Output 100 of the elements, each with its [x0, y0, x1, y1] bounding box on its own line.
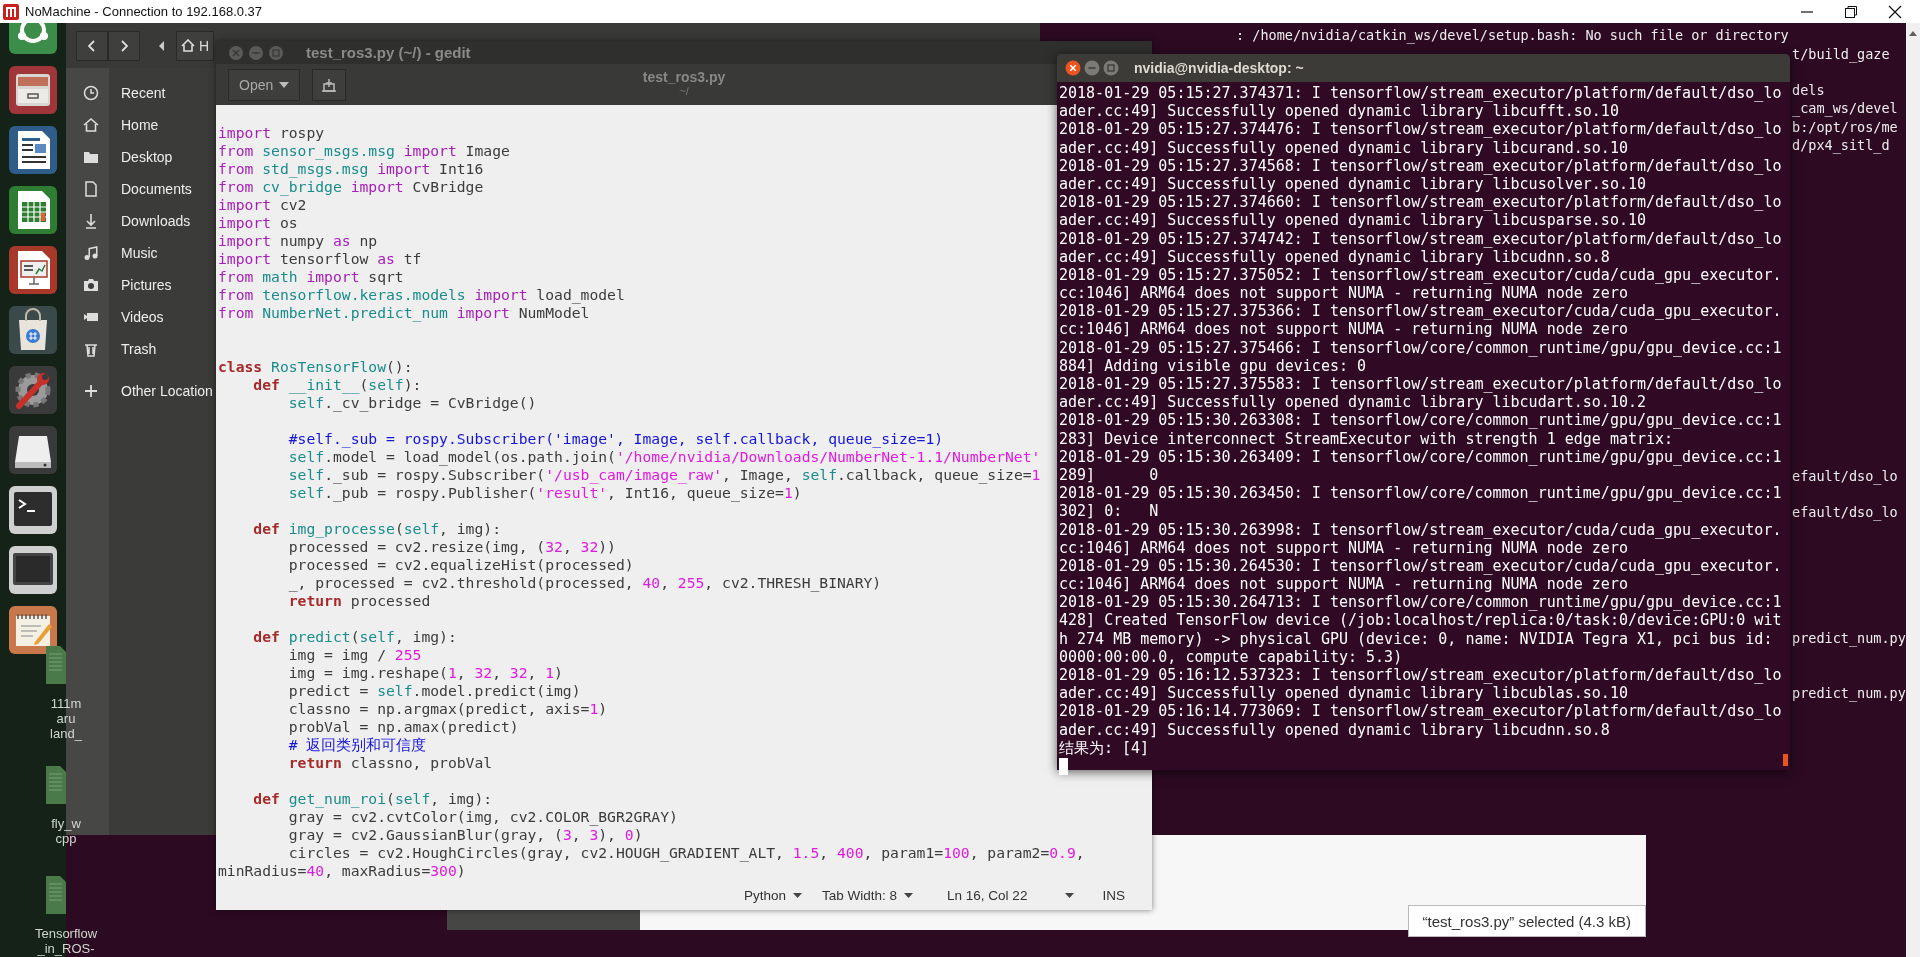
spreadsheet-icon[interactable] [7, 184, 59, 236]
terminal-line: 2018-01-29 05:15:27.375366: I tensorflow/stream_executor/cuda/cuda_gpu_executor. [1059, 302, 1783, 321]
breadcrumb-button[interactable]: H [176, 30, 215, 61]
back-button[interactable] [76, 30, 108, 61]
terminal-line: 283] Device interconnect StreamExecutor with strength 1 edge matrix: [1059, 429, 1675, 448]
code-line: self._pub = rospy.Publisher('result', Int16, queue_size=1) [287, 484, 802, 502]
code-line: # 返回类别和可信度 [287, 736, 427, 754]
sidebar-item[interactable]: Documents [66, 173, 220, 205]
caret-icon[interactable] [904, 892, 914, 898]
terminal-line: 428] Created TensorFlow device (/job:localhost/replica:0/task:0/device:GPU:0 wit [1059, 611, 1783, 630]
caret-icon[interactable] [279, 81, 290, 88]
terminal-line: 2018-01-29 05:15:27.375466: I tensorflow/core/common_runtime/gpu/gpu_device.cc:1 [1059, 338, 1783, 357]
code-line: def predict(self, img): [252, 628, 457, 646]
terminal-line: 0000:00:00.0, compute capability: 5.3) [1059, 647, 1404, 666]
restore-icon[interactable] [1844, 4, 1858, 19]
terminal-text: predict_num.py [1792, 630, 1906, 646]
code-line: def get_num_roi(self, img): [252, 790, 493, 808]
file-label: fly_w [51, 816, 81, 831]
scrollbar[interactable] [1906, 23, 1920, 957]
window-title: NoMachine - Connection to 192.168.0.37 [25, 4, 263, 19]
music-note-icon[interactable] [83, 245, 99, 261]
code-line: classno = np.argmax(predict, axis=1) [287, 700, 608, 718]
code-line: from tensorflow.keras.models import load_model [217, 286, 625, 304]
sidebar-item[interactable]: Recent [66, 77, 220, 109]
terminal-line: 2018-01-29 05:15:27.375583: I tensorflow/stream_executor/platform/default/dso_lo [1059, 375, 1783, 394]
camera-icon[interactable] [83, 277, 99, 293]
scroll-thumb[interactable] [1783, 754, 1788, 766]
sidebar-item[interactable]: Music [66, 237, 220, 269]
home-icon[interactable] [181, 39, 195, 52]
code-line: processed = cv2.resize(img, (32, 32)) [287, 538, 616, 556]
terminal-line: 2018-01-29 05:16:14.773069: I tensorflow/stream_executor/platform/default/dso_lo [1059, 702, 1783, 721]
sidebar-item[interactable]: Trash [66, 333, 220, 365]
code-line: _, processed = cv2.threshold(processed, 40, 255, cv2.THRESH_BINARY) [287, 574, 882, 592]
caret-left-icon[interactable] [158, 39, 166, 52]
terminal-icon[interactable] [7, 484, 59, 536]
terminal-line: 结果为: [4] [1059, 738, 1151, 757]
terminal-line: 2018-01-29 05:16:12.537323: I tensorflow/stream_executor/platform/default/dso_lo [1059, 666, 1783, 685]
terminal-line: 2018-01-29 05:15:27.374476: I tensorflow/stream_executor/platform/default/dso_lo [1059, 120, 1783, 139]
sidebar-item[interactable]: Videos [66, 301, 220, 333]
sidebar-item[interactable]: Downloads [66, 205, 220, 237]
document-icon[interactable] [83, 181, 99, 197]
caret-icon[interactable] [793, 892, 803, 898]
sidebar-item[interactable]: Pictures [66, 269, 220, 301]
chevron-right-icon[interactable] [119, 38, 129, 53]
maximize-icon[interactable] [1103, 60, 1119, 76]
file-label: 111m [50, 696, 82, 711]
code-line: processed = cv2.equalizeHist(processed) [287, 556, 634, 574]
code-line: predict = self.model.predict(img) [287, 682, 581, 700]
code-line: gray = cv2.cvtColor(img, cv2.COLOR_BGR2GRAY) [287, 808, 678, 826]
caret-icon[interactable] [1065, 892, 1075, 898]
code-line: img = img / 255 [287, 646, 422, 664]
terminal-text: d/px4_sitl_d [1792, 137, 1890, 153]
open-button[interactable]: Open [228, 68, 301, 101]
shopping-bag-icon[interactable] [7, 304, 59, 356]
monitor-icon[interactable] [7, 544, 59, 596]
download-icon[interactable] [83, 213, 99, 229]
scroll-up-icon[interactable] [1908, 29, 1918, 37]
close-icon[interactable] [1065, 60, 1081, 76]
document-icon[interactable] [7, 124, 59, 176]
forward-button[interactable] [108, 30, 140, 61]
terminal-line: 2018-01-29 05:15:30.263308: I tensorflow/core/common_runtime/gpu/gpu_device.cc:1 [1059, 411, 1783, 430]
document-path: ~/ [679, 85, 689, 97]
terminal-line: 2018-01-29 05:15:30.263998: I tensorflow/stream_executor/cuda/cuda_gpu_executor. [1059, 520, 1783, 539]
file-icon[interactable] [46, 876, 66, 914]
sidebar-item[interactable]: Other Location [66, 375, 220, 407]
language-menu[interactable]: Python [744, 887, 803, 903]
file-label: Tensorflow [34, 926, 98, 941]
terminal-line: cc:1046] ARM64 does not support NUMA - returning NUMA node zero [1059, 575, 1629, 594]
code-line: self.model = load_model(os.path.join('/home/nvidia/Downloads/NumberNet-1.1/NumberNet' [287, 448, 1041, 466]
sidebar-item[interactable]: Home [66, 109, 220, 141]
code-line: import numpy as np [217, 232, 378, 250]
close-icon[interactable] [1888, 4, 1902, 19]
terminal-text: dels [1792, 82, 1825, 98]
chevron-left-icon[interactable] [87, 38, 97, 53]
code-line: import cv2 [217, 196, 307, 214]
code-line: self._sub = rospy.Subscriber('/usb_cam/image_raw', Image, self.callback, queue_size=1 [287, 466, 1041, 484]
trash-icon[interactable] [83, 341, 99, 357]
presentation-icon[interactable] [7, 244, 59, 296]
new-tab-button[interactable] [312, 68, 347, 101]
home-icon[interactable] [83, 117, 99, 133]
cabinet-icon[interactable] [7, 64, 59, 116]
terminal-text: efault/dso_lo [1792, 468, 1898, 484]
terminal-line: 884] Adding visible gpu devices: 0 [1059, 356, 1367, 375]
app-logo-icon [3, 3, 19, 20]
tab-width-menu[interactable]: Tab Width: 8 [822, 887, 914, 903]
code-line: img = img.reshape(1, 32, 32, 1) [287, 664, 563, 682]
drive-icon[interactable] [7, 424, 59, 476]
settings-icon[interactable] [7, 364, 59, 416]
new-document-icon[interactable] [321, 77, 338, 92]
file-label: cpp [55, 831, 77, 846]
terminal-line: ader.cc:49] Successfully opened dynamic library libcusparse.so.10 [1059, 211, 1647, 230]
terminal-line: cc:1046] ARM64 does not support NUMA - returning NUMA node zero [1059, 320, 1629, 339]
plus-icon[interactable] [83, 383, 99, 399]
file-icon[interactable] [46, 766, 66, 804]
terminal-text: b:/opt/ros/me [1792, 119, 1898, 135]
folder-icon[interactable] [83, 149, 99, 165]
code-line: self._cv_bridge = CvBridge() [287, 394, 537, 412]
clock-icon[interactable] [83, 85, 99, 101]
notepad-icon[interactable] [7, 604, 59, 656]
sidebar-item[interactable]: Desktop [66, 141, 220, 173]
